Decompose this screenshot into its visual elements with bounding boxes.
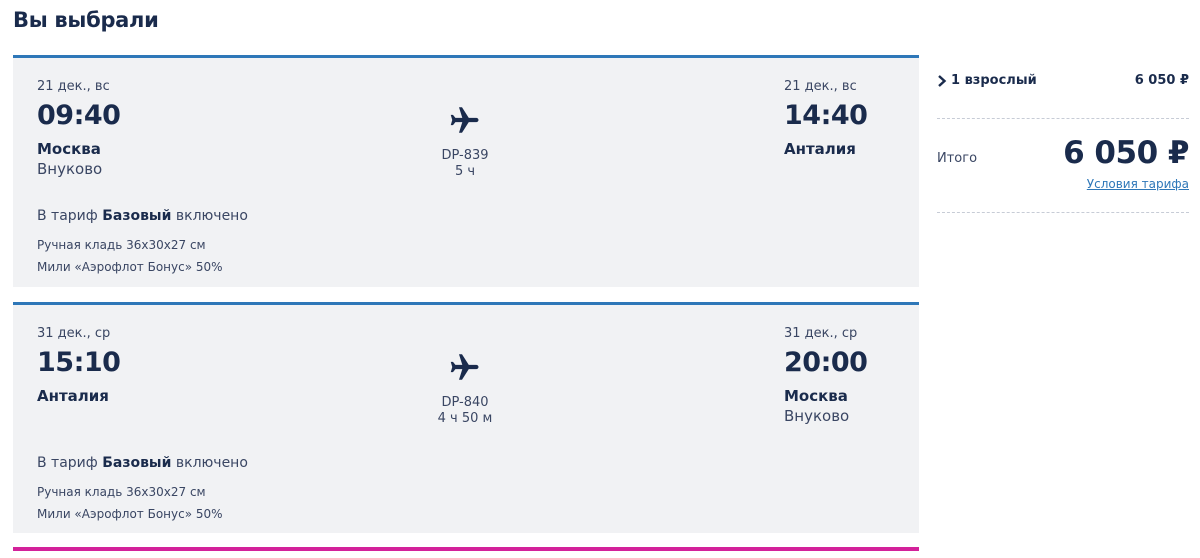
tariff-suffix: включено	[175, 455, 248, 471]
passenger-breakdown-toggle[interactable]: 1 взрослый 6 050 ₽	[937, 72, 1189, 92]
page-title: Вы выбрали	[13, 8, 159, 32]
total-label: Итого	[937, 151, 978, 166]
departure-city: Анталия	[37, 387, 109, 405]
departure-time: 09:40	[37, 100, 121, 131]
passenger-price: 6 050 ₽	[1134, 73, 1189, 88]
passenger-label: 1 взрослый	[951, 73, 1037, 88]
tariff-name: Базовый	[102, 208, 172, 224]
arrival-city: Москва	[784, 387, 848, 405]
departure-time: 15:10	[37, 347, 121, 378]
departure-date: 21 дек., вс	[37, 79, 110, 94]
departure-airport: Внуково	[37, 160, 103, 178]
tariff-suffix: включено	[175, 208, 248, 224]
tariff-prefix: В тариф	[37, 455, 98, 471]
feature-baggage: Ручная кладь 36x30x27 см	[37, 238, 206, 252]
flight-duration: 5 ч	[454, 164, 476, 179]
feature-miles: Мили «Аэрофлот Бонус» 50%	[37, 260, 223, 274]
feature-miles: Мили «Аэрофлот Бонус» 50%	[37, 507, 223, 521]
total-price: 6 050 ₽	[1063, 135, 1189, 171]
divider	[937, 212, 1189, 213]
tariff-conditions-link[interactable]: Условия тарифа	[1087, 177, 1189, 191]
arrival-city: Анталия	[784, 140, 856, 158]
tariff-line: В тариф Базовый включено	[37, 208, 248, 224]
plane-icon	[450, 354, 479, 380]
tariff-name: Базовый	[102, 455, 172, 471]
chevron-right-icon	[938, 75, 947, 87]
arrival-time: 14:40	[784, 100, 868, 131]
arrival-date: 31 дек., ср	[784, 326, 858, 341]
plane-icon	[450, 107, 479, 133]
departure-date: 31 дек., ср	[37, 326, 111, 341]
flight-number: DP-840	[441, 395, 489, 410]
departure-city: Москва	[37, 140, 101, 158]
arrival-airport: Внуково	[784, 407, 850, 425]
divider	[937, 118, 1189, 119]
flight-card-outbound: 21 дек., вс 09:40 Москва Внуково DP-839 …	[13, 55, 919, 287]
tariff-prefix: В тариф	[37, 208, 98, 224]
arrival-time: 20:00	[784, 347, 868, 378]
flight-card-return: 31 дек., ср 15:10 Анталия DP-840 4 ч 50 …	[13, 302, 919, 533]
flight-number: DP-839	[441, 148, 489, 163]
arrival-date: 21 дек., вс	[784, 79, 857, 94]
feature-baggage: Ручная кладь 36x30x27 см	[37, 485, 206, 499]
tariff-line: В тариф Базовый включено	[37, 455, 248, 471]
flight-duration: 4 ч 50 м	[437, 411, 493, 426]
next-section-divider	[13, 547, 919, 551]
